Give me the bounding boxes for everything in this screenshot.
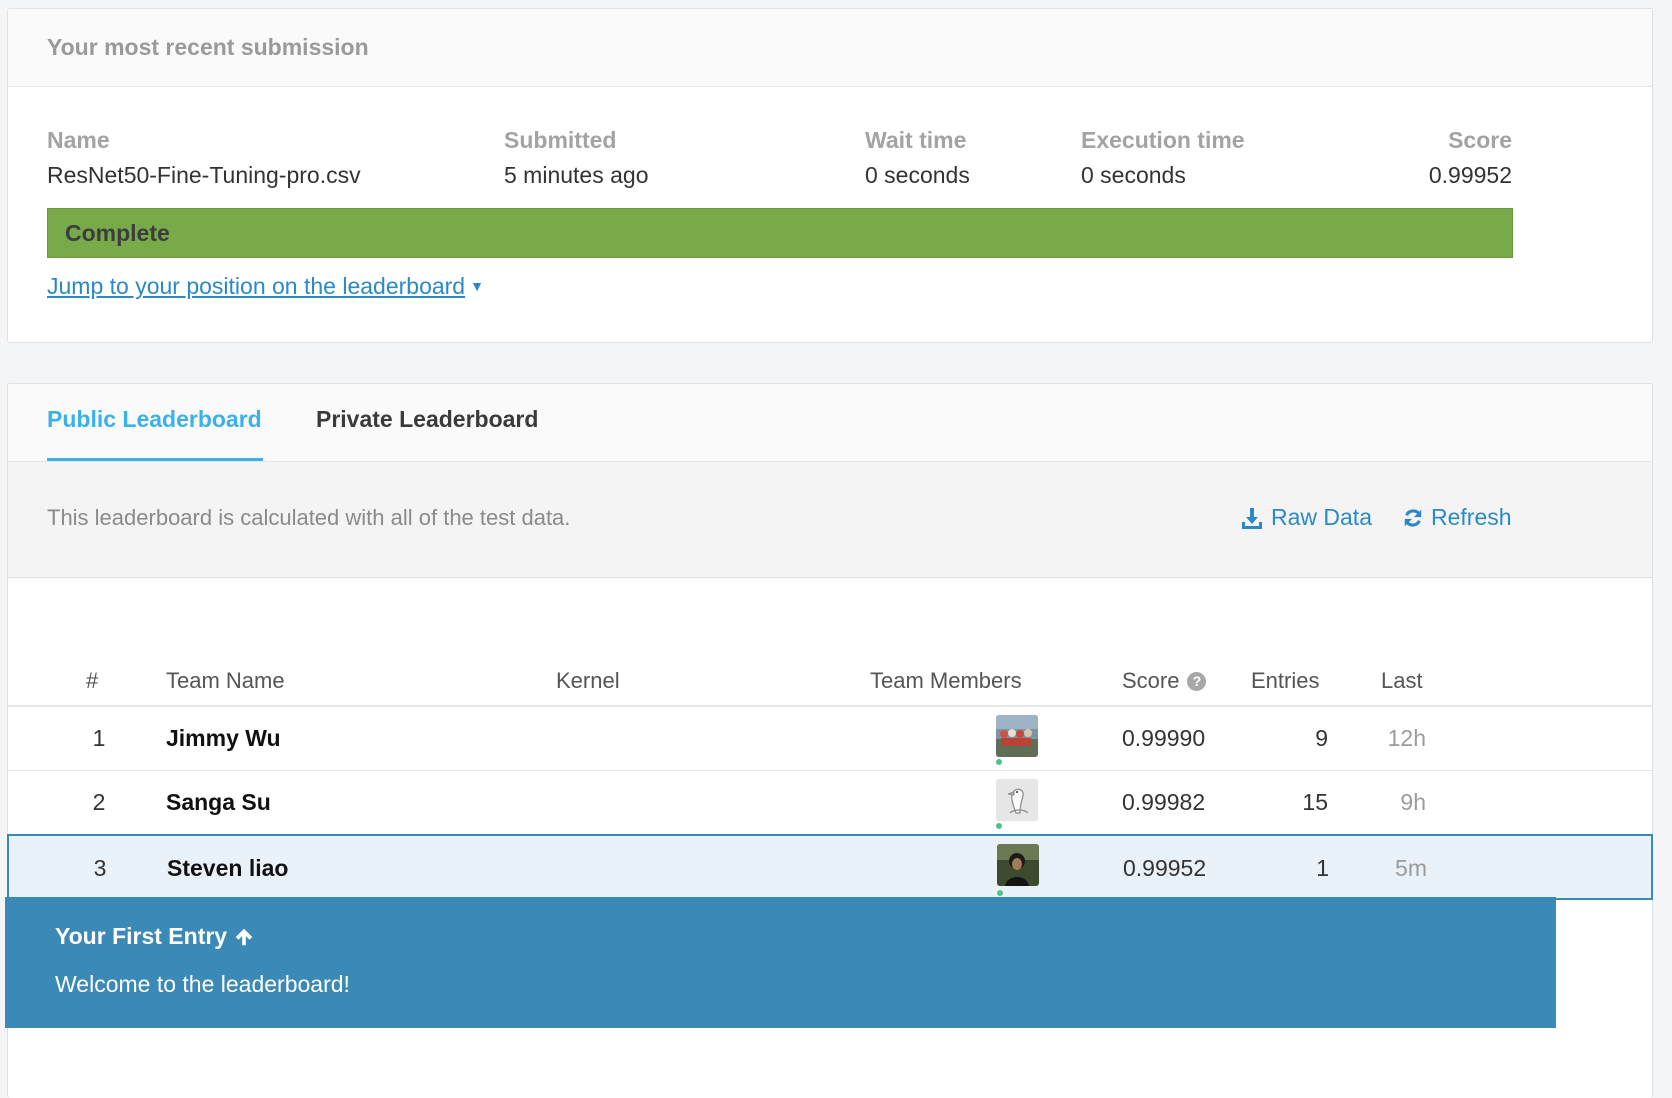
table-row[interactable]: 1 Jimmy Wu 0.99990 9 12h bbox=[8, 707, 1652, 771]
download-icon bbox=[1242, 507, 1262, 529]
first-entry-banner: Your First Entry Welcome to the leaderbo… bbox=[5, 897, 1556, 1028]
submitted-value: 5 minutes ago bbox=[504, 162, 649, 188]
entries-cell: 15 bbox=[1302, 789, 1328, 815]
execution-time-value: 0 seconds bbox=[1081, 162, 1186, 188]
column-header-last: Last bbox=[1381, 668, 1423, 693]
execution-time-column: Execution time 0 seconds bbox=[1081, 127, 1245, 189]
wait-time-value: 0 seconds bbox=[865, 162, 970, 188]
rank-cell: 3 bbox=[93, 855, 107, 881]
column-header-kernel: Kernel bbox=[556, 668, 620, 693]
last-submission-cell: 12h bbox=[1387, 725, 1426, 751]
online-indicator bbox=[996, 823, 1002, 829]
refresh-label: Refresh bbox=[1431, 504, 1512, 530]
status-text: Complete bbox=[65, 219, 170, 246]
entries-cell: 9 bbox=[1315, 725, 1328, 751]
score-cell: 0.99982 bbox=[1122, 789, 1206, 815]
execution-time-label: Execution time bbox=[1081, 127, 1245, 153]
online-indicator bbox=[997, 890, 1003, 896]
score-value: 0.99952 bbox=[1428, 162, 1512, 188]
wait-time-column: Wait time 0 seconds bbox=[865, 127, 970, 189]
jump-to-position-link[interactable]: Jump to your position on the leaderboard… bbox=[47, 273, 484, 300]
online-indicator bbox=[996, 759, 1002, 765]
wait-time-label: Wait time bbox=[865, 127, 967, 153]
name-label: Name bbox=[47, 127, 110, 153]
avatar[interactable] bbox=[996, 715, 1038, 757]
jump-link-text: Jump to your position on the leaderboard bbox=[47, 273, 466, 299]
leaderboard-info-bar: This leaderboard is calculated with all … bbox=[8, 461, 1652, 578]
refresh-icon bbox=[1404, 508, 1422, 527]
avatar[interactable] bbox=[997, 844, 1039, 886]
submission-header: Your most recent submission bbox=[8, 9, 1652, 87]
raw-data-button[interactable]: Raw Data bbox=[1240, 504, 1372, 531]
submitted-column: Submitted 5 minutes ago bbox=[504, 127, 648, 189]
score-cell: 0.99952 bbox=[1123, 855, 1207, 881]
tab-private-leaderboard[interactable]: Private Leaderboard bbox=[316, 406, 538, 433]
raw-data-label: Raw Data bbox=[1271, 504, 1372, 530]
rank-cell: 2 bbox=[92, 789, 106, 815]
rank-cell: 1 bbox=[92, 725, 106, 751]
submission-card: Your most recent submission Name ResNet5… bbox=[7, 8, 1653, 343]
column-header-team-members: Team Members bbox=[870, 668, 1022, 693]
entries-cell: 1 bbox=[1316, 855, 1329, 881]
avatar[interactable] bbox=[996, 779, 1038, 821]
team-name-cell[interactable]: Sanga Su bbox=[166, 789, 271, 816]
file-name-value: ResNet50-Fine-Tuning-pro.csv bbox=[47, 162, 361, 188]
last-submission-cell: 9h bbox=[1400, 789, 1426, 815]
column-header-team-name: Team Name bbox=[166, 668, 285, 693]
refresh-button[interactable]: Refresh bbox=[1402, 504, 1512, 531]
submitted-label: Submitted bbox=[504, 127, 617, 153]
last-submission-cell: 5m bbox=[1395, 855, 1427, 881]
leaderboard-tabs: Public Leaderboard Private Leaderboard bbox=[8, 384, 1652, 461]
team-name-cell[interactable]: Steven liao bbox=[167, 855, 288, 882]
team-name-cell[interactable]: Jimmy Wu bbox=[166, 725, 281, 752]
help-icon[interactable]: ? bbox=[1187, 671, 1207, 691]
leaderboard-description: This leaderboard is calculated with all … bbox=[47, 505, 571, 530]
column-header-rank: # bbox=[86, 668, 99, 693]
caret-down-icon: ▼ bbox=[470, 278, 484, 294]
table-row[interactable]: 2 Sanga Su 0.99982 15 9h bbox=[8, 771, 1652, 835]
submission-name-column: Name ResNet50-Fine-Tuning-pro.csv bbox=[47, 127, 361, 189]
score-header-label: Score bbox=[1122, 668, 1180, 693]
arrow-up-icon bbox=[235, 928, 253, 945]
banner-message: Welcome to the leaderboard! bbox=[55, 971, 350, 997]
banner-title: Your First Entry bbox=[55, 923, 255, 950]
banner-title-text: Your First Entry bbox=[55, 923, 228, 949]
score-cell: 0.99990 bbox=[1122, 725, 1206, 751]
column-header-score: Score ? bbox=[1122, 668, 1207, 694]
status-bar: Complete bbox=[47, 208, 1513, 258]
column-header-entries: Entries bbox=[1251, 668, 1320, 693]
tab-public-leaderboard[interactable]: Public Leaderboard bbox=[47, 406, 262, 433]
table-row-current-user[interactable]: 3 Steven liao 0.99952 1 5m bbox=[7, 834, 1653, 900]
score-label: Score bbox=[1448, 127, 1512, 153]
score-column: Score 0.99952 bbox=[1429, 127, 1512, 189]
